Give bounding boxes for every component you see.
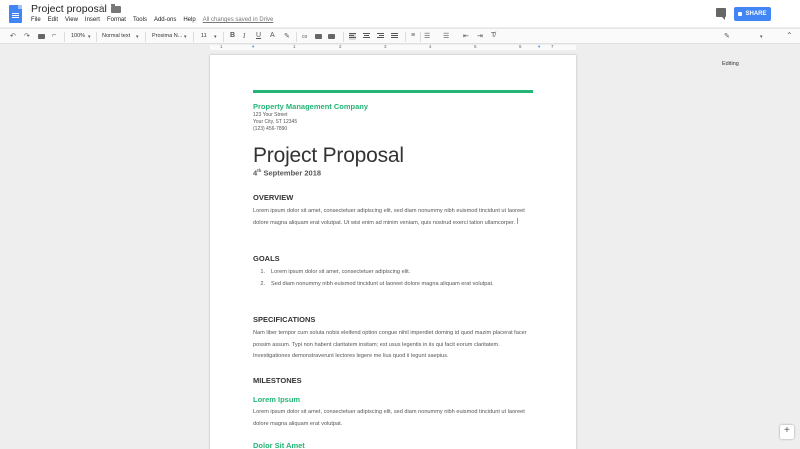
ruler-mark: 1: [293, 44, 296, 49]
ruler-mark: 6: [519, 44, 522, 49]
editing-mode-select[interactable]: Editing: [722, 61, 739, 67]
line-spacing-icon[interactable]: ≡: [411, 32, 415, 39]
redo-icon[interactable]: ↷: [24, 32, 30, 40]
goals-list: 1. Lorem ipsum dolor sit amet, consectetu…: [253, 267, 535, 290]
comments-icon[interactable]: [716, 8, 726, 20]
chevron-down-icon: ▾: [88, 34, 91, 40]
accent-bar: [253, 90, 533, 93]
list-item: 1. Lorem ipsum dolor sit amet, consectetu…: [260, 269, 411, 275]
ruler-mark: 2: [339, 44, 342, 49]
chevron-down-icon: ▾: [184, 34, 187, 40]
chevron-down-icon: ▾: [214, 34, 217, 40]
menu-format[interactable]: Format: [107, 17, 126, 23]
bold-icon[interactable]: B: [230, 32, 235, 39]
align-right-icon[interactable]: [377, 33, 384, 40]
style-select[interactable]: Normal text: [102, 33, 130, 39]
address-line: Your City, ST 12345: [253, 119, 298, 125]
text-color-icon[interactable]: A: [270, 32, 275, 39]
menu-insert[interactable]: Insert: [85, 17, 100, 23]
text-cursor: [517, 217, 519, 224]
font-size-select[interactable]: 11: [201, 33, 207, 39]
chevron-down-icon: ▾: [136, 34, 139, 40]
toolbar: ↶ ↷ ⌐ 100% ▾ Normal text ▾ Proxima N... …: [0, 28, 800, 67]
ruler-mark: 1: [220, 44, 223, 49]
address-line: 123 Your Street: [253, 112, 288, 118]
undo-icon[interactable]: ↶: [10, 32, 16, 40]
menu-addons[interactable]: Add-ons: [154, 17, 176, 23]
bulleted-list-icon[interactable]: ☰: [443, 32, 449, 40]
milestone-subheading: Dolor Sit Amet: [253, 441, 305, 449]
company-name: Property Management Company: [253, 102, 369, 111]
address-line: (123) 456-7890: [253, 126, 288, 132]
docs-logo-icon[interactable]: [9, 5, 22, 23]
title-bar: Project proposal ☆ File Edit View Insert…: [0, 0, 800, 27]
pencil-icon: ✎: [724, 33, 730, 40]
menu-tools[interactable]: Tools: [133, 17, 147, 23]
menu-bar: File Edit View Insert Format Tools Add-o…: [31, 17, 280, 23]
menu-edit[interactable]: Edit: [48, 17, 58, 23]
save-status[interactable]: All changes saved in Drive: [203, 17, 274, 23]
paint-format-icon[interactable]: ⌐: [52, 32, 56, 39]
decrease-indent-icon[interactable]: ⇤: [463, 32, 469, 40]
numbered-list-icon[interactable]: ☰: [424, 32, 430, 40]
link-icon[interactable]: co: [302, 34, 307, 40]
chevron-down-icon: ▾: [760, 34, 763, 40]
document-page[interactable]: Property Management Company 123 Your Str…: [210, 55, 576, 449]
clear-formatting-icon[interactable]: T̸: [491, 32, 495, 39]
align-center-icon[interactable]: [363, 33, 370, 40]
zoom-select[interactable]: 100%: [71, 33, 85, 39]
insert-image-icon[interactable]: [328, 34, 335, 39]
ruler-marks: 1 ▾ 1 2 3 4 5 6 ▾ 7: [210, 44, 576, 50]
right-indent-marker-icon[interactable]: ▾: [538, 44, 540, 50]
milestone-subheading: Lorem Ipsum: [253, 395, 301, 404]
comment-add-icon[interactable]: [315, 34, 322, 39]
increase-indent-icon[interactable]: ⇥: [477, 32, 483, 40]
folder-icon[interactable]: [111, 4, 121, 13]
star-icon[interactable]: ☆: [97, 3, 106, 14]
chevron-up-icon[interactable]: ⌃: [786, 31, 793, 40]
ruler-mark: 4: [429, 44, 432, 49]
milestones-heading: MILESTONES: [253, 376, 302, 385]
specifications-heading: SPECIFICATIONS: [253, 315, 316, 324]
document-heading: Project Proposal: [253, 144, 404, 167]
document-date: 4th September 2018: [253, 168, 322, 178]
highlight-icon[interactable]: ✎: [284, 32, 290, 40]
list-item: 2. Sed diam nonummy nibh euismod tincidun…: [260, 280, 494, 287]
goals-heading: GOALS: [253, 254, 280, 263]
share-button[interactable]: SHARE: [734, 7, 771, 21]
overview-text: Lorem ipsum dolor sit amet, consectetuer…: [253, 208, 525, 226]
menu-file[interactable]: File: [31, 17, 41, 23]
italic-icon[interactable]: I: [243, 32, 245, 40]
indent-marker-icon[interactable]: ▾: [252, 44, 254, 50]
share-label: SHARE: [745, 11, 767, 17]
ruler-mark: 7: [551, 44, 554, 49]
ruler-mark: 3: [384, 44, 387, 49]
print-icon[interactable]: [38, 34, 45, 39]
milestone-text: Lorem ipsum dolor sit amet, consectetuer…: [253, 409, 525, 427]
explore-button[interactable]: [780, 425, 794, 439]
overview-heading: OVERVIEW: [253, 193, 294, 202]
document-title[interactable]: Project proposal: [31, 3, 107, 15]
menu-help[interactable]: Help: [183, 17, 195, 23]
justify-icon[interactable]: [391, 33, 398, 40]
lock-icon: [738, 12, 743, 16]
specifications-text: Nam liber tempor cum soluta nobis eleife…: [253, 330, 527, 359]
menu-view[interactable]: View: [65, 17, 78, 23]
underline-icon[interactable]: U: [256, 32, 261, 39]
ruler-mark: 5: [474, 44, 477, 49]
font-select[interactable]: Proxima N...: [152, 33, 182, 39]
align-left-icon[interactable]: [349, 33, 356, 40]
